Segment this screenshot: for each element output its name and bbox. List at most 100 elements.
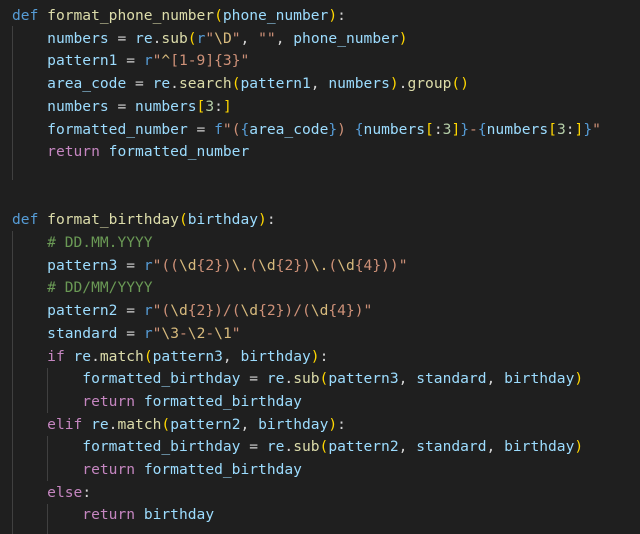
- code-token: r: [143, 302, 153, 320]
- code-line[interactable]: standard = r"\3-\2-\1": [12, 323, 241, 345]
- code-line[interactable]: numbers = numbers[3:]: [12, 96, 232, 118]
- code-token: birthday: [240, 347, 311, 365]
- code-token: sub: [161, 29, 188, 47]
- code-token: numbers: [486, 120, 549, 138]
- code-line[interactable]: formatted_birthday = re.sub(pattern2, st…: [12, 436, 583, 458]
- code-token: ,: [275, 29, 294, 47]
- code-token: -: [178, 324, 188, 342]
- code-token: ,: [222, 347, 241, 365]
- code-token: 3: [205, 97, 215, 115]
- code-line[interactable]: formatted_birthday = re.sub(pattern3, st…: [12, 368, 583, 390]
- code-token: (: [249, 256, 259, 274]
- code-token: search: [178, 75, 232, 93]
- code-token: formatted_number: [108, 143, 250, 161]
- code-token: \d: [178, 256, 197, 274]
- code-token: ": [231, 324, 241, 342]
- code-token: if: [47, 347, 74, 365]
- code-token: (: [328, 256, 338, 274]
- code-token: pattern2: [328, 438, 399, 456]
- code-token: ": [205, 29, 215, 47]
- code-token: {: [477, 120, 487, 138]
- code-line[interactable]: numbers = re.sub(r"\D", "", phone_number…: [12, 28, 408, 50]
- code-line[interactable]: def format_birthday(birthday):: [12, 209, 276, 231]
- code-token: formatted_birthday: [143, 461, 302, 478]
- code-token: pattern3: [152, 347, 223, 365]
- code-token: numbers: [328, 75, 390, 93]
- code-token: format_birthday: [47, 211, 179, 229]
- code-token: (): [451, 75, 469, 93]
- code-token: standard: [47, 324, 118, 342]
- code-token: =: [240, 370, 267, 388]
- code-line[interactable]: return formatted_birthday: [12, 459, 302, 481]
- code-line[interactable]: formatted_number = f"({area_code}) {numb…: [12, 119, 601, 141]
- code-token: ": [592, 120, 601, 138]
- code-token: formatted_birthday: [82, 370, 241, 388]
- code-line[interactable]: # DD/MM/YYYY: [12, 277, 152, 299]
- code-line[interactable]: pattern1 = r"^[1-9]{3}": [12, 50, 249, 72]
- code-token: return: [82, 506, 144, 524]
- code-token: re: [152, 75, 171, 93]
- code-line[interactable]: if re.match(pattern3, birthday):: [12, 346, 328, 368]
- code-token: match: [99, 347, 144, 365]
- code-token: f: [214, 120, 223, 138]
- code-line[interactable]: elif re.match(pattern2, birthday):: [12, 414, 346, 436]
- code-token: {2})/(: [258, 302, 311, 320]
- code-token: re: [266, 370, 285, 388]
- code-line[interactable]: pattern3 = r"((\d{2})\.(\d{2})\.(\d{4}))…: [12, 255, 407, 277]
- code-token: ): [398, 29, 408, 47]
- code-line[interactable]: return formatted_birthday: [12, 391, 302, 413]
- code-token: {2}): [196, 256, 232, 274]
- code-token: {2})/(: [187, 302, 241, 320]
- code-token: (: [214, 7, 223, 24]
- code-token: \d: [310, 302, 329, 320]
- code-token: numbers: [135, 97, 197, 115]
- code-token: (: [161, 415, 171, 433]
- code-token: ": [231, 29, 241, 47]
- code-token: ]: [451, 120, 461, 138]
- code-token: \d: [258, 256, 276, 274]
- code-token: =: [187, 120, 215, 138]
- code-token: ): [389, 75, 399, 93]
- code-token: ": [240, 52, 250, 70]
- code-token: ): [337, 120, 355, 138]
- code-token: 3: [556, 120, 566, 138]
- code-line[interactable]: pattern2 = r"(\d{2})/(\d{2})/(\d{4})": [12, 300, 372, 322]
- code-line[interactable]: return birthday: [12, 504, 214, 526]
- code-line[interactable]: return formatted_number: [12, 141, 249, 163]
- code-token: {: [240, 120, 250, 138]
- code-token: format_phone_number: [47, 7, 215, 24]
- code-token: ): [574, 370, 584, 388]
- code-token: ,: [240, 29, 259, 47]
- code-line[interactable]: area_code = re.search(pattern1, numbers)…: [12, 73, 469, 95]
- code-token: birthday: [258, 415, 329, 433]
- code-token: :: [433, 120, 443, 138]
- code-token: ,: [398, 370, 417, 388]
- code-token: standard: [416, 370, 487, 388]
- code-token: phone_number: [222, 7, 329, 24]
- code-token: \1: [214, 324, 232, 342]
- code-token: ]: [222, 97, 232, 115]
- code-token: (: [187, 29, 197, 47]
- code-token: pattern1: [240, 75, 311, 93]
- code-token: pattern3: [328, 370, 399, 388]
- code-token: }: [460, 120, 470, 138]
- code-token: "((: [152, 256, 179, 274]
- code-line[interactable]: else:: [12, 482, 91, 504]
- code-token: ): [328, 7, 338, 24]
- code-token: \.: [231, 256, 250, 274]
- code-token: pattern2: [47, 302, 118, 320]
- code-token: ,: [486, 370, 505, 388]
- code-token: r: [143, 256, 153, 274]
- code-editor[interactable]: def format_phone_number(phone_number): n…: [0, 0, 640, 534]
- code-token: "(: [152, 302, 171, 320]
- code-token: :: [266, 211, 276, 229]
- code-line[interactable]: # DD.MM.YYYY: [12, 232, 152, 254]
- code-line[interactable]: def format_phone_number(phone_number):: [12, 5, 346, 27]
- code-token: birthday: [504, 370, 575, 388]
